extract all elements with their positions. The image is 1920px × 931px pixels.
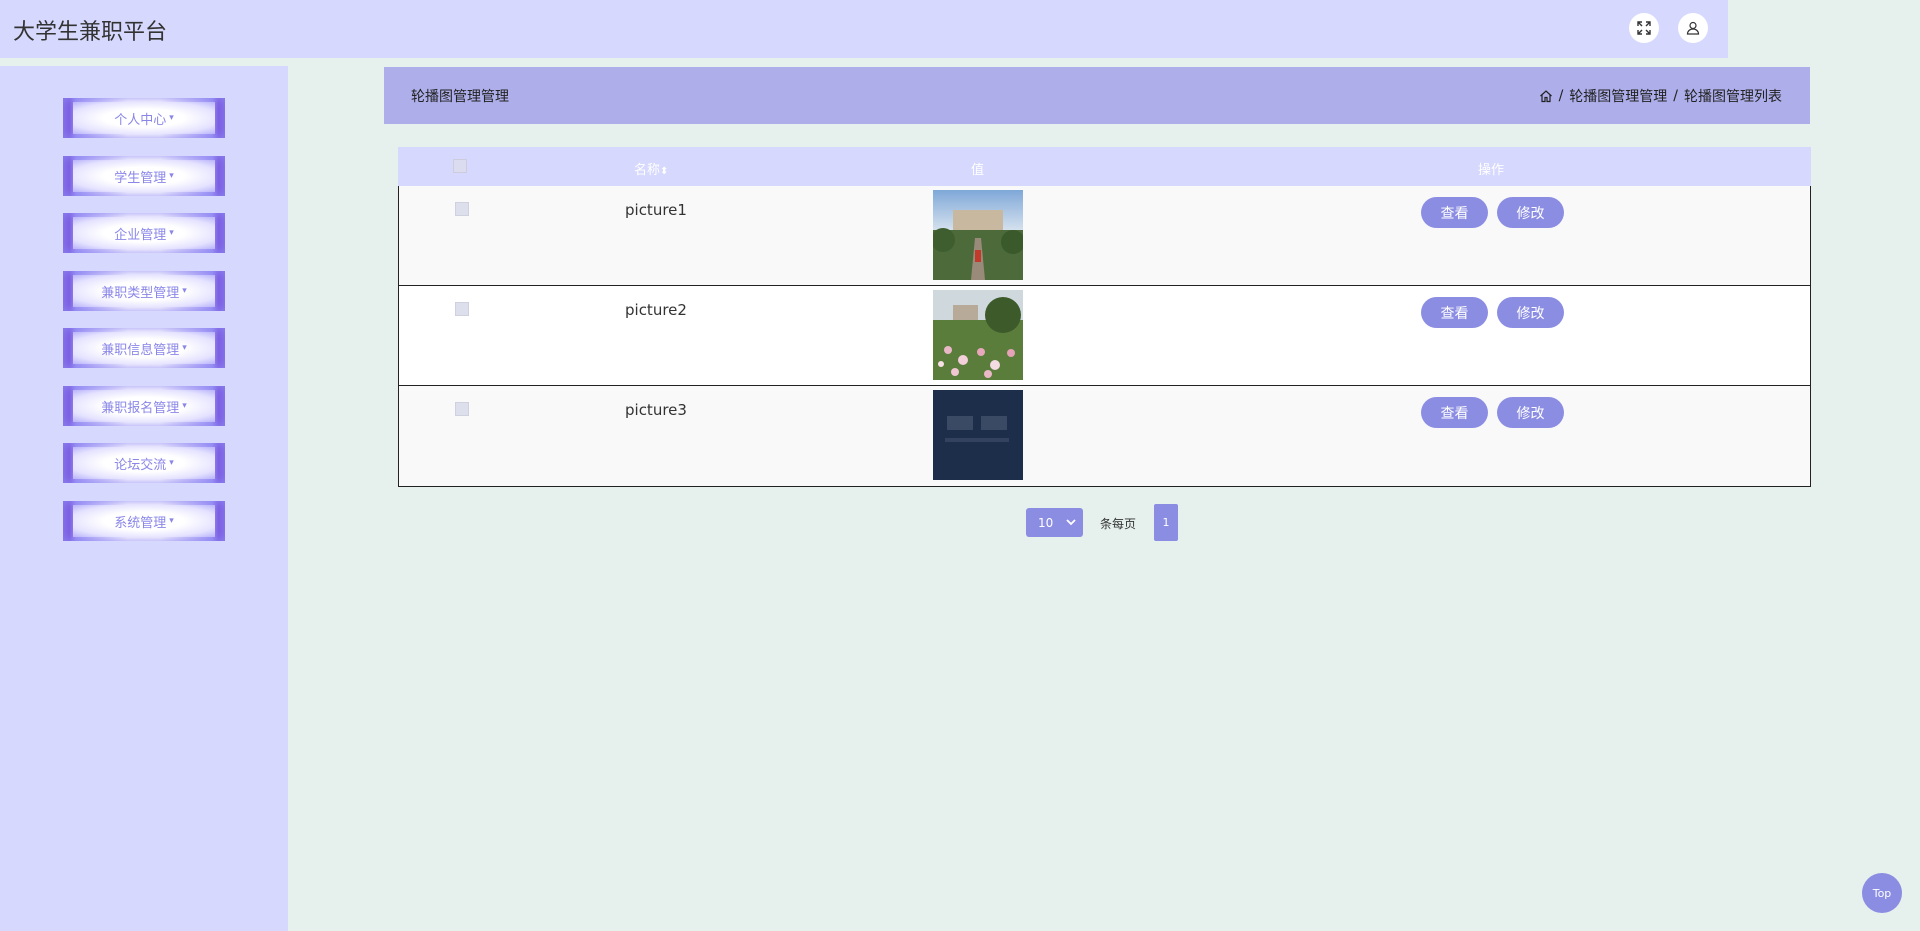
row-checkbox[interactable]: [455, 402, 469, 416]
table-body: picture1 查看 修改 picture2 查看 修改 picture3 查…: [398, 186, 1811, 487]
sidebar-item-label: 个人中心: [114, 112, 167, 128]
sidebar-item-forum[interactable]: 论坛交流 ▾: [63, 443, 225, 483]
campus-road-photo: [933, 190, 1023, 280]
fullscreen-button[interactable]: [1629, 13, 1659, 43]
column-header-name[interactable]: 名称⬍: [634, 159, 668, 178]
flower-garden-photo: [933, 290, 1023, 380]
table-row: picture1 查看 修改: [399, 186, 1810, 286]
caret-down-icon: ▾: [169, 458, 174, 468]
table-row: picture2 查看 修改: [399, 286, 1810, 386]
caret-down-icon: ▾: [182, 401, 187, 411]
caret-down-icon: ▾: [169, 228, 174, 238]
page-header: 轮播图管理管理 / 轮播图管理管理 / 轮播图管理列表: [384, 67, 1810, 124]
page-size-select[interactable]: 10: [1026, 508, 1083, 537]
select-all-checkbox[interactable]: [453, 159, 467, 173]
caret-down-icon: ▾: [182, 286, 187, 296]
column-header-value: 值: [971, 163, 985, 178]
row-name: picture3: [625, 401, 687, 419]
sidebar: 个人中心 ▾ 学生管理 ▾ 企业管理 ▾ 兼职类型管理 ▾ 兼职信息管理 ▾ 兼职报名管理…: [0, 66, 288, 931]
sidebar-item-label: 兼职类型管理: [101, 285, 180, 301]
sidebar-item-enterprises[interactable]: 企业管理 ▾: [63, 213, 225, 253]
sidebar-item-personal-center[interactable]: 个人中心 ▾: [63, 98, 225, 138]
view-button[interactable]: 查看: [1421, 397, 1488, 428]
breadcrumb-item[interactable]: 轮播图管理管理: [1569, 86, 1667, 106]
row-checkbox[interactable]: [455, 202, 469, 216]
caret-down-icon: ▾: [169, 516, 174, 526]
page-number-button[interactable]: 1: [1154, 504, 1178, 541]
back-to-top-button[interactable]: Top: [1862, 873, 1902, 913]
breadcrumb-separator: /: [1558, 88, 1564, 104]
row-checkbox[interactable]: [455, 302, 469, 316]
data-table: 名称⬍ 值 操作 picture1 查看 修改 picture2 查看 修改 p…: [398, 147, 1811, 487]
column-header-label: 名称: [634, 163, 661, 178]
sidebar-item-label: 兼职信息管理: [101, 342, 180, 358]
view-button[interactable]: 查看: [1421, 297, 1488, 328]
user-button[interactable]: [1678, 13, 1708, 43]
sidebar-item-label: 兼职报名管理: [101, 400, 180, 416]
sidebar-item-label: 企业管理: [114, 227, 167, 243]
breadcrumb-item: 轮播图管理列表: [1684, 89, 1782, 105]
chevron-down-icon: [1066, 519, 1076, 526]
edit-button[interactable]: 修改: [1497, 197, 1564, 228]
top-header: 大学生兼职平台: [0, 0, 1728, 58]
app-title: 大学生兼职平台: [13, 20, 168, 45]
sidebar-item-label: 系统管理: [114, 515, 167, 531]
row-name: picture1: [625, 201, 687, 219]
sidebar-item-system[interactable]: 系统管理 ▾: [63, 501, 225, 541]
row-name: picture2: [625, 301, 687, 319]
sidebar-item-job-types[interactable]: 兼职类型管理 ▾: [63, 271, 225, 311]
dark-sign-photo: [933, 390, 1023, 480]
caret-down-icon: ▾: [169, 113, 174, 123]
edit-button[interactable]: 修改: [1497, 297, 1564, 328]
caret-down-icon: ▾: [182, 343, 187, 353]
sidebar-item-job-info[interactable]: 兼职信息管理 ▾: [63, 328, 225, 368]
fullscreen-icon: [1637, 21, 1651, 35]
table-header: 名称⬍ 值 操作: [398, 147, 1811, 186]
breadcrumb-separator: /: [1673, 88, 1678, 104]
page-size-value: 10: [1038, 515, 1054, 530]
caret-down-icon: ▾: [169, 171, 174, 181]
table-row: picture3 查看 修改: [399, 386, 1810, 486]
sort-icon: ⬍: [660, 166, 669, 177]
sidebar-item-label: 论坛交流: [114, 457, 167, 473]
breadcrumb: / 轮播图管理管理 / 轮播图管理列表: [1539, 86, 1782, 106]
page-title: 轮播图管理管理: [411, 89, 509, 105]
edit-button[interactable]: 修改: [1497, 397, 1564, 428]
home-icon[interactable]: [1539, 89, 1553, 103]
view-button[interactable]: 查看: [1421, 197, 1488, 228]
sidebar-item-label: 学生管理: [114, 170, 167, 186]
sidebar-item-students[interactable]: 学生管理 ▾: [63, 156, 225, 196]
sidebar-item-job-applications[interactable]: 兼职报名管理 ▾: [63, 386, 225, 426]
per-page-label: 条每页: [1100, 517, 1137, 531]
user-icon: [1686, 21, 1700, 35]
column-header-action: 操作: [1478, 163, 1505, 178]
